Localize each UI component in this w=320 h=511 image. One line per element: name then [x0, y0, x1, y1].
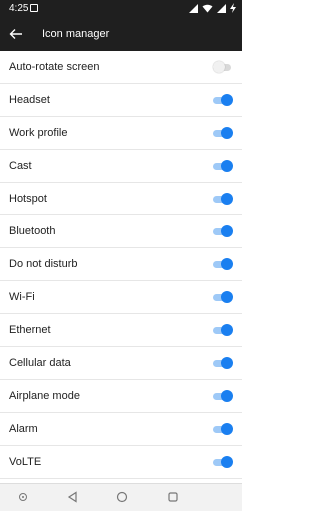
setting-label: Hotspot [9, 192, 47, 205]
setting-row-wifi[interactable]: Wi-Fi [0, 281, 242, 315]
setting-row-cellular-data[interactable]: Cellular data [0, 347, 242, 380]
navigation-bar [0, 483, 242, 511]
setting-label: Work profile [9, 126, 68, 139]
setting-label: Alarm [9, 422, 38, 435]
setting-row-airplane-mode[interactable]: Airplane mode [0, 380, 242, 413]
back-icon[interactable] [67, 491, 79, 503]
setting-row-alarm[interactable]: Alarm [0, 413, 242, 446]
setting-row-cast[interactable]: Cast [0, 150, 242, 183]
cellular-icon [217, 3, 226, 13]
bluetooth-toggle[interactable] [211, 225, 233, 238]
settings-list: Auto-rotate screen Headset Work profile … [0, 51, 242, 479]
assistant-icon[interactable] [17, 491, 29, 503]
ethernet-toggle[interactable] [211, 324, 233, 337]
setting-row-headset[interactable]: Headset [0, 84, 242, 117]
status-bar: 4:25 [0, 0, 242, 18]
setting-label: Ethernet [9, 324, 51, 337]
signal-icon [189, 3, 198, 13]
setting-label: Headset [9, 93, 50, 106]
alarm-toggle[interactable] [211, 422, 233, 435]
headset-toggle[interactable] [211, 93, 233, 106]
setting-label: Wi-Fi [9, 291, 35, 304]
home-icon[interactable] [116, 491, 128, 503]
airplane-mode-toggle[interactable] [211, 389, 233, 402]
work-profile-toggle[interactable] [211, 126, 233, 139]
cellular-data-toggle[interactable] [211, 357, 233, 370]
setting-label: Cellular data [9, 357, 71, 370]
image-notification-icon [30, 4, 38, 12]
setting-row-do-not-disturb[interactable]: Do not disturb [0, 248, 242, 282]
cast-toggle[interactable] [211, 159, 233, 172]
setting-label: VoLTE [9, 455, 42, 468]
setting-row-work-profile[interactable]: Work profile [0, 117, 242, 150]
wifi-toggle[interactable] [211, 291, 233, 304]
arrow-back-icon[interactable] [9, 27, 23, 41]
setting-row-ethernet[interactable]: Ethernet [0, 314, 242, 348]
setting-label: Do not disturb [9, 258, 78, 271]
status-icons [189, 3, 236, 13]
setting-label: Auto-rotate screen [9, 61, 100, 73]
setting-row-auto-rotate[interactable]: Auto-rotate screen [0, 51, 242, 84]
hotspot-toggle[interactable] [211, 192, 233, 205]
page-title: Icon manager [42, 28, 110, 40]
setting-row-hotspot[interactable]: Hotspot [0, 183, 242, 216]
recents-icon[interactable] [167, 491, 179, 503]
do-not-disturb-toggle[interactable] [211, 258, 233, 271]
status-time: 4:25 [9, 3, 29, 14]
wifi-icon [202, 4, 213, 12]
setting-label: Bluetooth [9, 225, 56, 238]
setting-row-volte[interactable]: VoLTE [0, 446, 242, 479]
app-bar: Icon manager [0, 18, 242, 51]
volte-toggle[interactable] [211, 455, 233, 468]
setting-label: Cast [9, 159, 32, 172]
setting-row-bluetooth[interactable]: Bluetooth [0, 215, 242, 249]
battery-charging-icon [230, 3, 236, 13]
setting-label: Airplane mode [9, 389, 80, 402]
auto-rotate-toggle[interactable] [211, 61, 231, 73]
